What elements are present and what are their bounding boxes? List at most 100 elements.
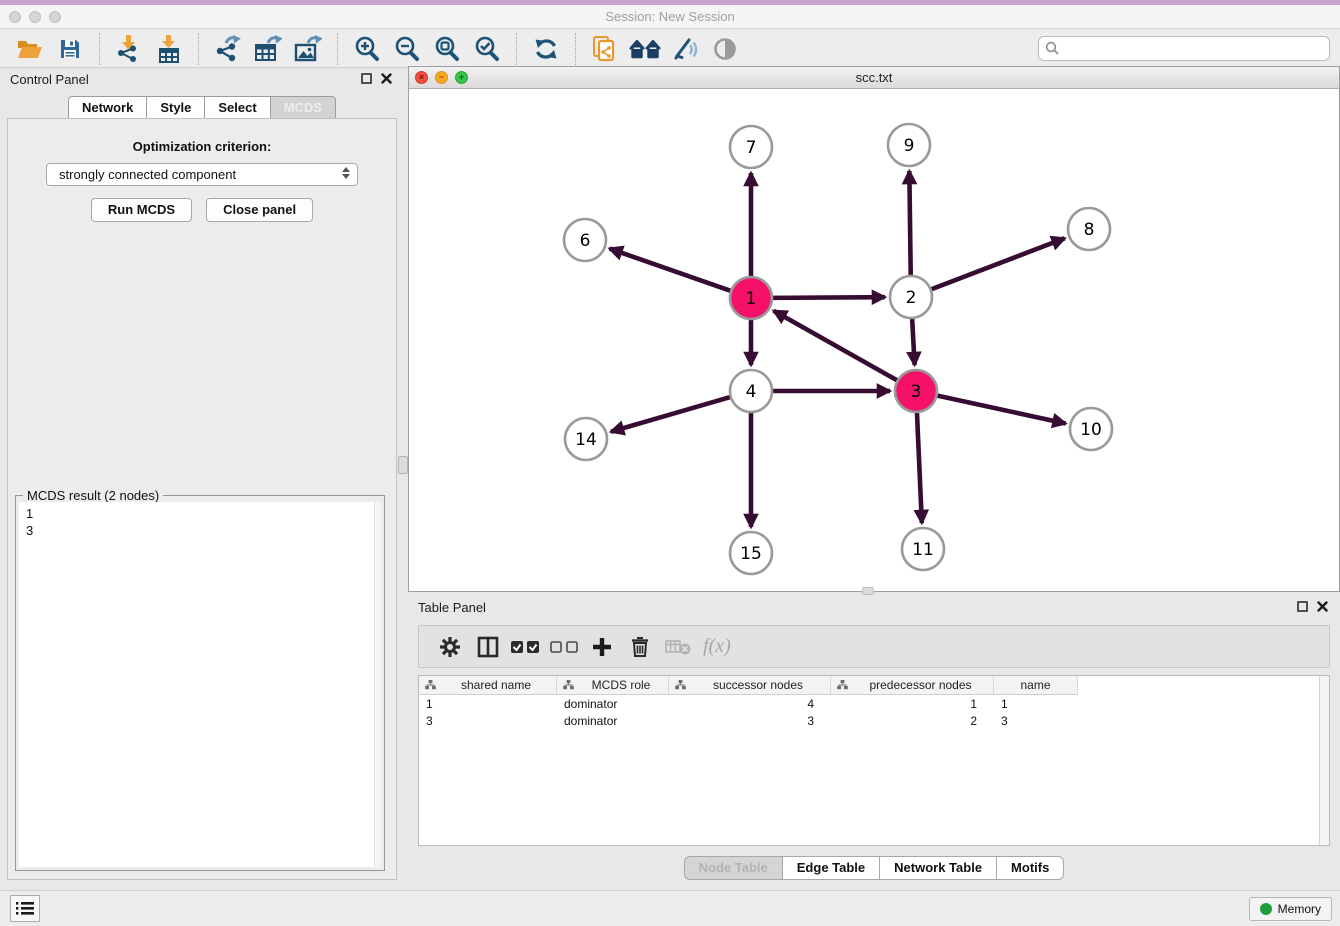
edge-2-3[interactable] — [912, 316, 915, 365]
tab-network[interactable]: Network — [68, 96, 146, 120]
float-panel-icon[interactable] — [361, 73, 372, 84]
column-header-predecessor-nodes[interactable]: predecessor nodes — [831, 676, 994, 695]
dropdown-stepper-icon — [342, 167, 350, 179]
svg-text:3: 3 — [911, 382, 922, 402]
delete-table-icon[interactable] — [663, 632, 693, 662]
table-cell[interactable]: dominator — [557, 696, 669, 713]
column-type-icon — [837, 680, 848, 690]
export-network-icon[interactable] — [211, 33, 245, 65]
svg-text:15: 15 — [740, 544, 762, 564]
criterion-value: strongly connected component — [59, 167, 236, 182]
edge-2-9[interactable] — [909, 171, 910, 278]
close-panel-button[interactable]: Close panel — [206, 198, 313, 222]
float-table-panel-icon[interactable] — [1297, 601, 1308, 612]
node-9[interactable]: 9 — [888, 124, 930, 166]
table-row[interactable]: 3dominator323 — [419, 713, 1078, 730]
edge-4-14[interactable] — [611, 396, 733, 431]
table-scrollbar[interactable] — [1319, 676, 1329, 845]
unselect-all-columns-icon[interactable] — [549, 632, 579, 662]
zoom-fit-icon[interactable] — [430, 33, 464, 65]
svg-text:4: 4 — [746, 382, 757, 402]
table-cell[interactable]: 1 — [994, 696, 1078, 713]
table-cell[interactable]: 3 — [419, 713, 557, 730]
zoom-selected-icon[interactable] — [470, 33, 504, 65]
zoom-out-icon[interactable] — [390, 33, 424, 65]
mcds-panel: Optimization criterion: strongly connect… — [7, 118, 397, 880]
tab-network-table[interactable]: Network Table — [879, 856, 996, 880]
toolbar-separator — [575, 33, 576, 65]
network-window-titlebar[interactable]: × − + scc.txt — [409, 67, 1339, 89]
column-header-successor-nodes[interactable]: successor nodes — [669, 676, 831, 695]
tab-style[interactable]: Style — [146, 96, 204, 120]
memory-status-icon — [1260, 903, 1272, 915]
tab-node-table[interactable]: Node Table — [684, 856, 782, 880]
tab-edge-table[interactable]: Edge Table — [782, 856, 879, 880]
node-table[interactable]: shared name MCDS rolesuccessor nodesprede… — [418, 675, 1330, 846]
close-panel-icon[interactable] — [381, 73, 392, 84]
show-column-icon[interactable] — [473, 632, 503, 662]
zoom-in-icon[interactable] — [350, 33, 384, 65]
table-cell[interactable]: dominator — [557, 713, 669, 730]
run-mcds-button[interactable]: Run MCDS — [91, 198, 192, 222]
tab-mcds[interactable]: MCDS — [270, 96, 336, 120]
task-history-button[interactable] — [10, 895, 40, 922]
node-6[interactable]: 6 — [564, 219, 606, 261]
horizontal-splitter-grip[interactable] — [862, 587, 874, 595]
node-10[interactable]: 10 — [1070, 408, 1112, 450]
mcds-result-text[interactable]: 13 — [19, 502, 374, 867]
column-header-MCDS-role[interactable]: MCDS role — [557, 676, 669, 695]
clone-network-icon[interactable] — [588, 33, 622, 65]
table-cell[interactable]: 1 — [419, 696, 557, 713]
edge-2-8[interactable] — [929, 238, 1065, 290]
edge-1-2[interactable] — [770, 297, 885, 298]
node-7[interactable]: 7 — [730, 126, 772, 168]
tab-motifs[interactable]: Motifs — [996, 856, 1064, 880]
node-2[interactable]: 2 — [890, 276, 932, 318]
delete-columns-icon[interactable] — [625, 632, 655, 662]
edge-1-6[interactable] — [610, 249, 734, 292]
export-table-icon[interactable] — [251, 33, 285, 65]
column-label: MCDS role — [574, 678, 668, 692]
table-cell[interactable]: 4 — [669, 696, 831, 713]
close-table-panel-icon[interactable] — [1317, 601, 1328, 612]
column-type-icon — [675, 680, 686, 690]
edge-3-11[interactable] — [917, 410, 922, 523]
import-network-icon[interactable] — [112, 33, 146, 65]
table-cell[interactable]: 1 — [831, 696, 994, 713]
node-8[interactable]: 8 — [1068, 208, 1110, 250]
memory-button[interactable]: Memory — [1249, 897, 1332, 921]
show-graphics-details-icon[interactable] — [708, 33, 742, 65]
network-canvas[interactable]: 1 2 3 4 6 7 8 9 10 11 14 15 — [409, 89, 1339, 591]
node-3[interactable]: 3 — [895, 370, 937, 412]
add-column-icon[interactable] — [587, 632, 617, 662]
edge-3-1[interactable] — [774, 311, 900, 382]
table-cell[interactable]: 2 — [831, 713, 994, 730]
edge-3-10[interactable] — [935, 395, 1066, 423]
select-all-columns-icon[interactable] — [511, 632, 541, 662]
table-cell[interactable]: 3 — [669, 713, 831, 730]
node-4[interactable]: 4 — [730, 370, 772, 412]
vertical-splitter-grip[interactable] — [398, 456, 408, 474]
hide-graphics-icon[interactable] — [668, 33, 702, 65]
table-options-icon[interactable] — [435, 632, 465, 662]
function-builder-icon[interactable]: f(x) — [703, 635, 731, 658]
table-row[interactable]: 1dominator411 — [419, 696, 1078, 713]
tab-select[interactable]: Select — [204, 96, 269, 120]
node-14[interactable]: 14 — [565, 418, 607, 460]
mcds-result-scrollbar[interactable] — [374, 502, 381, 867]
refresh-network-icon[interactable] — [529, 33, 563, 65]
column-header-name[interactable]: name — [994, 676, 1078, 695]
search-input[interactable] — [1038, 36, 1330, 61]
save-session-icon[interactable] — [53, 33, 87, 65]
reset-view-icon[interactable] — [628, 33, 662, 65]
node-15[interactable]: 15 — [730, 532, 772, 574]
column-header-shared-name[interactable]: shared name — [419, 676, 557, 695]
import-table-icon[interactable] — [152, 33, 186, 65]
table-cell[interactable]: 3 — [994, 713, 1078, 730]
node-11[interactable]: 11 — [902, 528, 944, 570]
svg-text:8: 8 — [1084, 220, 1095, 240]
node-1[interactable]: 1 — [730, 277, 772, 319]
open-session-icon[interactable] — [13, 33, 47, 65]
criterion-dropdown[interactable]: strongly connected component — [46, 163, 358, 186]
export-image-icon[interactable] — [291, 33, 325, 65]
